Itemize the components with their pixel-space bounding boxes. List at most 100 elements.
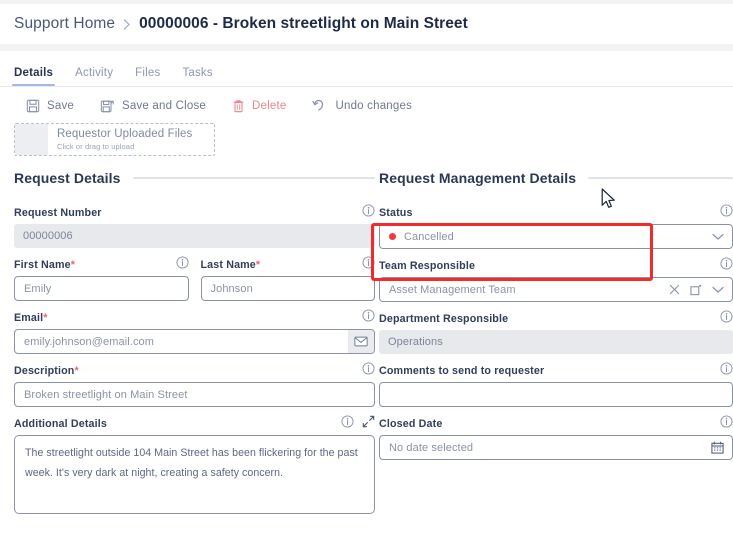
field-request-number: Request Number: [14, 203, 375, 248]
field-team-responsible: Team Responsible: [379, 256, 733, 302]
info-icon[interactable]: [720, 361, 733, 380]
undo-changes-button[interactable]: Undo changes: [312, 98, 412, 113]
upload-title: Requestor Uploaded Files: [57, 127, 193, 140]
email-label-row: Email*: [14, 308, 375, 327]
file-thumbnail-placeholder: [15, 124, 48, 155]
section-divider-line: [132, 177, 375, 179]
action-toolbar: Save Save and Close Delete Undo changes: [0, 87, 733, 123]
header-divider: [0, 44, 733, 51]
email-input-wrap: [14, 329, 375, 354]
last-name-label: Last Name*: [200, 258, 261, 271]
department-responsible-label: Department Responsible: [379, 312, 509, 325]
tab-details[interactable]: Details: [11, 67, 56, 86]
upload-subtitle: Click or drag to upload: [57, 142, 135, 152]
chevron-down-icon[interactable]: [712, 233, 724, 241]
required-marker: *: [70, 258, 76, 271]
delete-button[interactable]: Delete: [232, 99, 286, 113]
required-marker: *: [255, 258, 261, 271]
undo-arrow-icon: [312, 98, 328, 113]
email-label: Email*: [14, 311, 48, 324]
tab-tasks[interactable]: Tasks: [182, 67, 212, 86]
first-name-label: First Name*: [14, 258, 76, 271]
info-icon[interactable]: [341, 414, 354, 433]
first-name-input[interactable]: [14, 276, 189, 301]
closed-date-input[interactable]: [379, 435, 733, 460]
info-icon[interactable]: [175, 255, 189, 274]
open-record-icon[interactable]: [690, 284, 702, 296]
save-button[interactable]: Save: [26, 99, 74, 113]
info-icon[interactable]: [362, 203, 375, 222]
request-management-title: Request Management Details: [379, 170, 577, 186]
breadcrumb-home-link[interactable]: Support Home: [14, 15, 115, 33]
description-input[interactable]: [14, 382, 375, 407]
info-icon[interactable]: [720, 414, 733, 433]
first-name-label-row: First Name*: [14, 255, 189, 274]
closed-date-affix: [711, 435, 733, 460]
field-department-responsible: Department Responsible: [379, 309, 733, 354]
save-and-close-button[interactable]: Save and Close: [100, 99, 206, 113]
last-name-input[interactable]: [200, 276, 375, 301]
breadcrumb-chevron-icon: [123, 18, 131, 30]
name-row: First Name* Last Name*: [14, 255, 375, 310]
department-responsible-label-row: Department Responsible: [379, 309, 733, 328]
status-dot-icon: [389, 233, 396, 240]
request-details-title: Request Details: [14, 170, 121, 186]
requestor-uploaded-files-dropzone[interactable]: Requestor Uploaded Files Click or drag t…: [14, 123, 215, 156]
department-responsible-input: [379, 330, 733, 354]
additional-details-label-icons: [341, 414, 375, 433]
additional-details-textarea[interactable]: [14, 435, 375, 514]
section-divider-line: [588, 177, 733, 179]
field-last-name: Last Name*: [200, 255, 375, 301]
request-number-label-icons: [362, 203, 375, 222]
info-icon[interactable]: [720, 309, 733, 328]
status-select[interactable]: Cancelled: [379, 224, 733, 249]
send-email-icon[interactable]: [348, 330, 374, 353]
calendar-icon[interactable]: [711, 441, 724, 454]
comments-label-row: Comments to send to requester: [379, 361, 733, 380]
status-label: Status: [379, 206, 413, 219]
field-additional-details: Additional Details: [14, 414, 375, 519]
info-icon[interactable]: [362, 308, 375, 327]
team-responsible-label: Team Responsible: [379, 259, 476, 272]
chevron-down-icon[interactable]: [712, 286, 724, 294]
info-icon[interactable]: [362, 255, 375, 274]
trash-icon: [232, 99, 245, 113]
clear-icon[interactable]: [669, 284, 680, 295]
field-first-name: First Name*: [14, 255, 189, 301]
upload-section: Requestor Uploaded Files Click or drag t…: [0, 123, 733, 156]
save-button-label: Save: [47, 99, 75, 112]
description-label: Description*: [14, 364, 79, 377]
delete-button-label: Delete: [252, 99, 287, 112]
field-email: Email*: [14, 308, 375, 354]
comments-input[interactable]: [379, 382, 733, 407]
required-marker: *: [43, 311, 48, 324]
request-details-column: Request Details Request Number First Nam: [0, 170, 375, 528]
comments-label: Comments to send to requester: [379, 364, 545, 377]
breadcrumb: Support Home 00000006 - Broken streetlig…: [0, 4, 733, 44]
closed-date-label-row: Closed Date: [379, 414, 733, 433]
page-title: 00000006 - Broken streetlight on Main St…: [139, 15, 468, 32]
field-comments-to-requester: Comments to send to requester: [379, 361, 733, 407]
info-icon[interactable]: [720, 203, 733, 222]
upload-text-group: Requestor Uploaded Files Click or drag t…: [48, 128, 192, 151]
closed-date-label: Closed Date: [379, 417, 443, 430]
save-and-close-label: Save and Close: [122, 99, 207, 112]
additional-details-label-row: Additional Details: [14, 414, 375, 433]
info-icon[interactable]: [362, 361, 375, 380]
tab-files[interactable]: Files: [135, 67, 160, 86]
request-management-header: Request Management Details: [379, 170, 733, 186]
status-label-row: Status: [379, 203, 733, 222]
request-details-header: Request Details: [14, 170, 375, 186]
status-value: Cancelled: [404, 230, 454, 243]
field-closed-date: Closed Date: [379, 414, 733, 460]
request-number-label: Request Number: [14, 206, 102, 219]
team-responsible-affix-icons: [669, 277, 733, 302]
info-icon[interactable]: [720, 256, 733, 275]
email-input[interactable]: [14, 329, 375, 354]
description-label-row: Description*: [14, 361, 375, 380]
floppy-disk-arrow-icon: [100, 99, 115, 113]
expand-icon[interactable]: [362, 415, 375, 433]
undo-changes-label: Undo changes: [335, 99, 413, 112]
tab-activity[interactable]: Activity: [75, 67, 113, 86]
closed-date-input-wrap: [379, 435, 733, 460]
